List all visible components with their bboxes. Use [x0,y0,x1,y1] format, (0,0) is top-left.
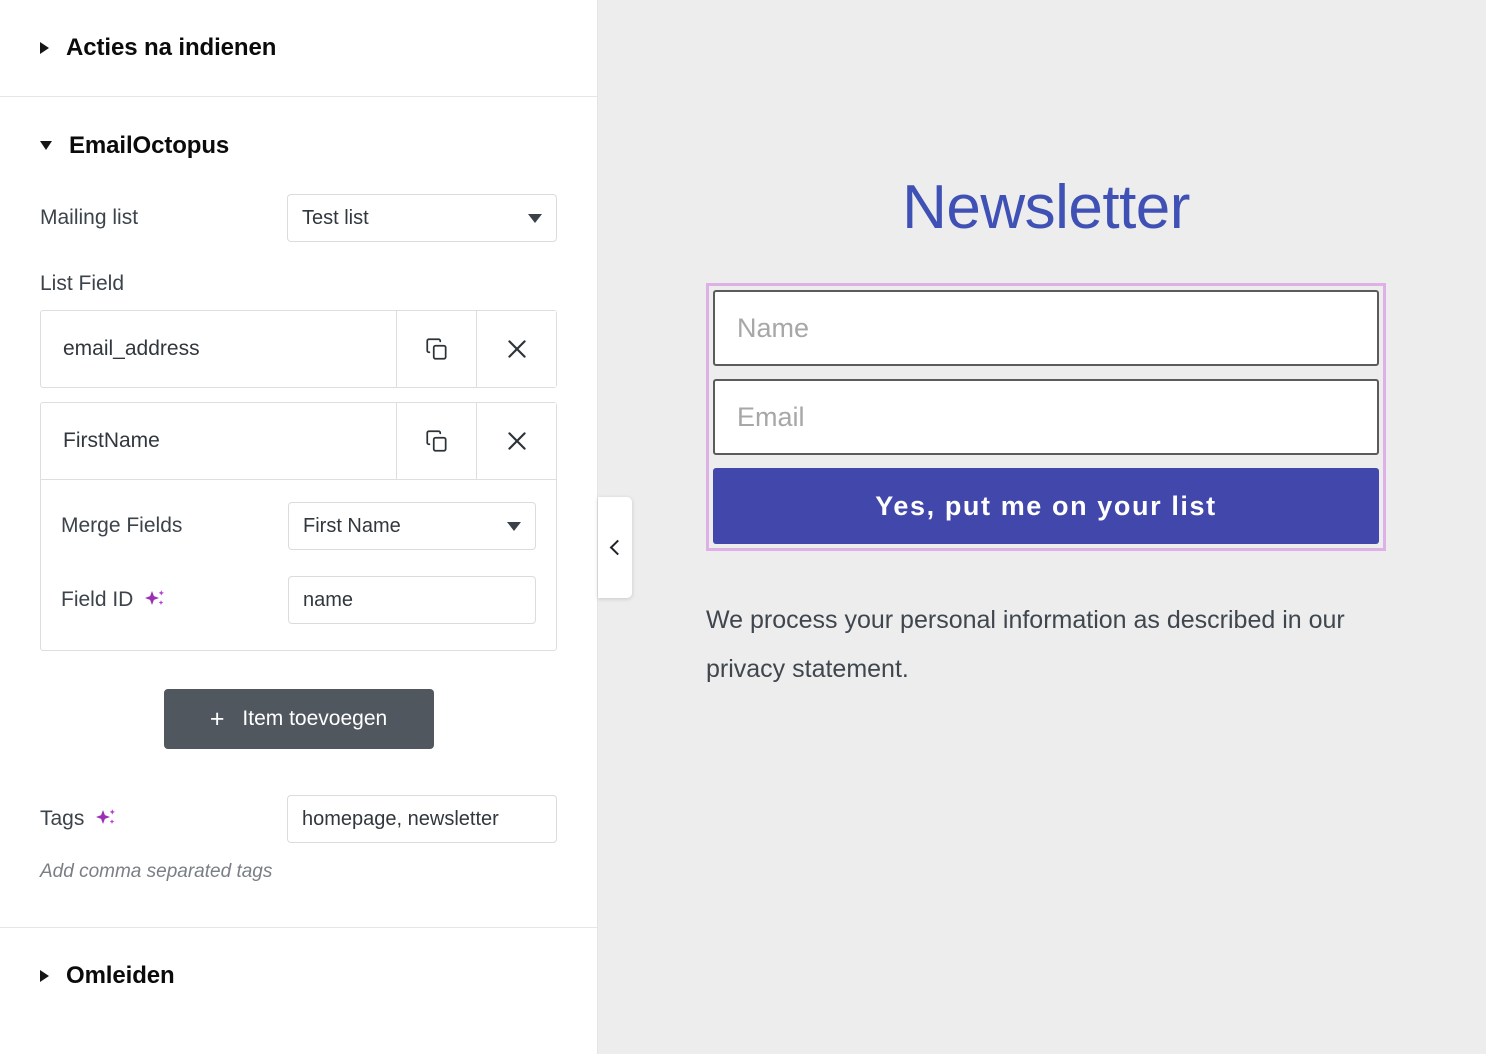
emailoctopus-panel: Mailing list Test list List Field email_… [0,194,597,928]
list-item-name[interactable]: FirstName [41,403,396,479]
section-title: Omleiden [66,962,175,989]
mailing-list-value: Test list [302,206,369,229]
list-field-label: List Field [40,272,125,295]
tags-row: Tags homepage, newsletter [40,795,557,843]
list-item: email_address [40,310,557,388]
chevron-down-icon [528,213,542,223]
copy-item-button[interactable] [396,403,476,479]
email-input[interactable]: Email [713,379,1379,455]
field-id-row: Field ID name [61,576,536,624]
tags-label-text: Tags [40,807,85,830]
plus-icon: + [209,704,225,733]
tags-input[interactable]: homepage, newsletter [287,795,557,843]
list-item-header: FirstName [41,403,556,479]
merge-fields-select[interactable]: First Name [288,502,536,550]
email-input-placeholder: Email [737,401,805,432]
newsletter-form: Newsletter Name Email Yes, put me on you… [706,0,1386,694]
sparkle-icon [93,806,119,832]
mailing-list-label: Mailing list [40,206,139,229]
list-item-header: email_address [41,311,556,387]
mailing-list-row: Mailing list Test list [40,194,557,242]
remove-item-button[interactable] [476,403,556,479]
tags-label: Tags [40,806,119,832]
mailing-list-select[interactable]: Test list [287,194,557,242]
chevron-down-icon [507,521,521,531]
section-header-emailoctopus[interactable]: EmailOctopus [0,97,597,194]
tags-value: homepage, newsletter [302,807,499,830]
field-id-label-text: Field ID [61,588,134,611]
triangle-down-icon [40,141,52,150]
tags-helper-text: Add comma separated tags [40,861,273,882]
name-input[interactable]: Name [713,290,1379,366]
newsletter-title: Newsletter [902,173,1190,242]
submit-button[interactable]: Yes, put me on your list [713,468,1379,544]
field-id-label: Field ID [61,587,168,613]
copy-icon [424,336,450,362]
add-item-button[interactable]: + Item toevoegen [163,689,434,749]
merge-fields-row: Merge Fields First Name [61,502,536,550]
list-item: FirstName Merge Fields First Name Field … [40,402,557,651]
triangle-right-icon [40,42,49,54]
privacy-statement-text: We process your personal information as … [706,606,1345,683]
triangle-right-icon [40,970,49,982]
copy-item-button[interactable] [396,311,476,387]
list-item-settings: Merge Fields First Name Field ID name [41,479,556,650]
field-id-input[interactable]: name [288,576,536,624]
section-header-acties-na-indienen[interactable]: Acties na indienen [0,0,597,97]
sparkle-icon [142,587,168,613]
section-title: EmailOctopus [69,131,230,159]
form-preview-canvas: Newsletter Name Email Yes, put me on you… [598,0,1486,1054]
merge-fields-value: First Name [303,514,401,537]
merge-fields-label: Merge Fields [61,514,183,537]
copy-icon [424,428,450,454]
collapse-sidebar-handle[interactable] [598,497,632,598]
list-item-name[interactable]: email_address [41,311,396,387]
close-icon [504,336,530,362]
editor-window: Acties na indienen EmailOctopus Mailing … [0,0,1486,1054]
field-id-value: name [303,588,354,611]
remove-item-button[interactable] [476,311,556,387]
section-title: Acties na indienen [66,34,277,61]
chevron-left-icon [609,539,625,556]
section-header-omleiden[interactable]: Omleiden [0,928,597,1024]
form-fields-block-selected[interactable]: Name Email Yes, put me on your list [706,283,1386,551]
settings-sidebar: Acties na indienen EmailOctopus Mailing … [0,0,598,1054]
close-icon [504,428,530,454]
add-item-button-label: Item toevoegen [242,707,388,730]
name-input-placeholder: Name [737,312,810,343]
